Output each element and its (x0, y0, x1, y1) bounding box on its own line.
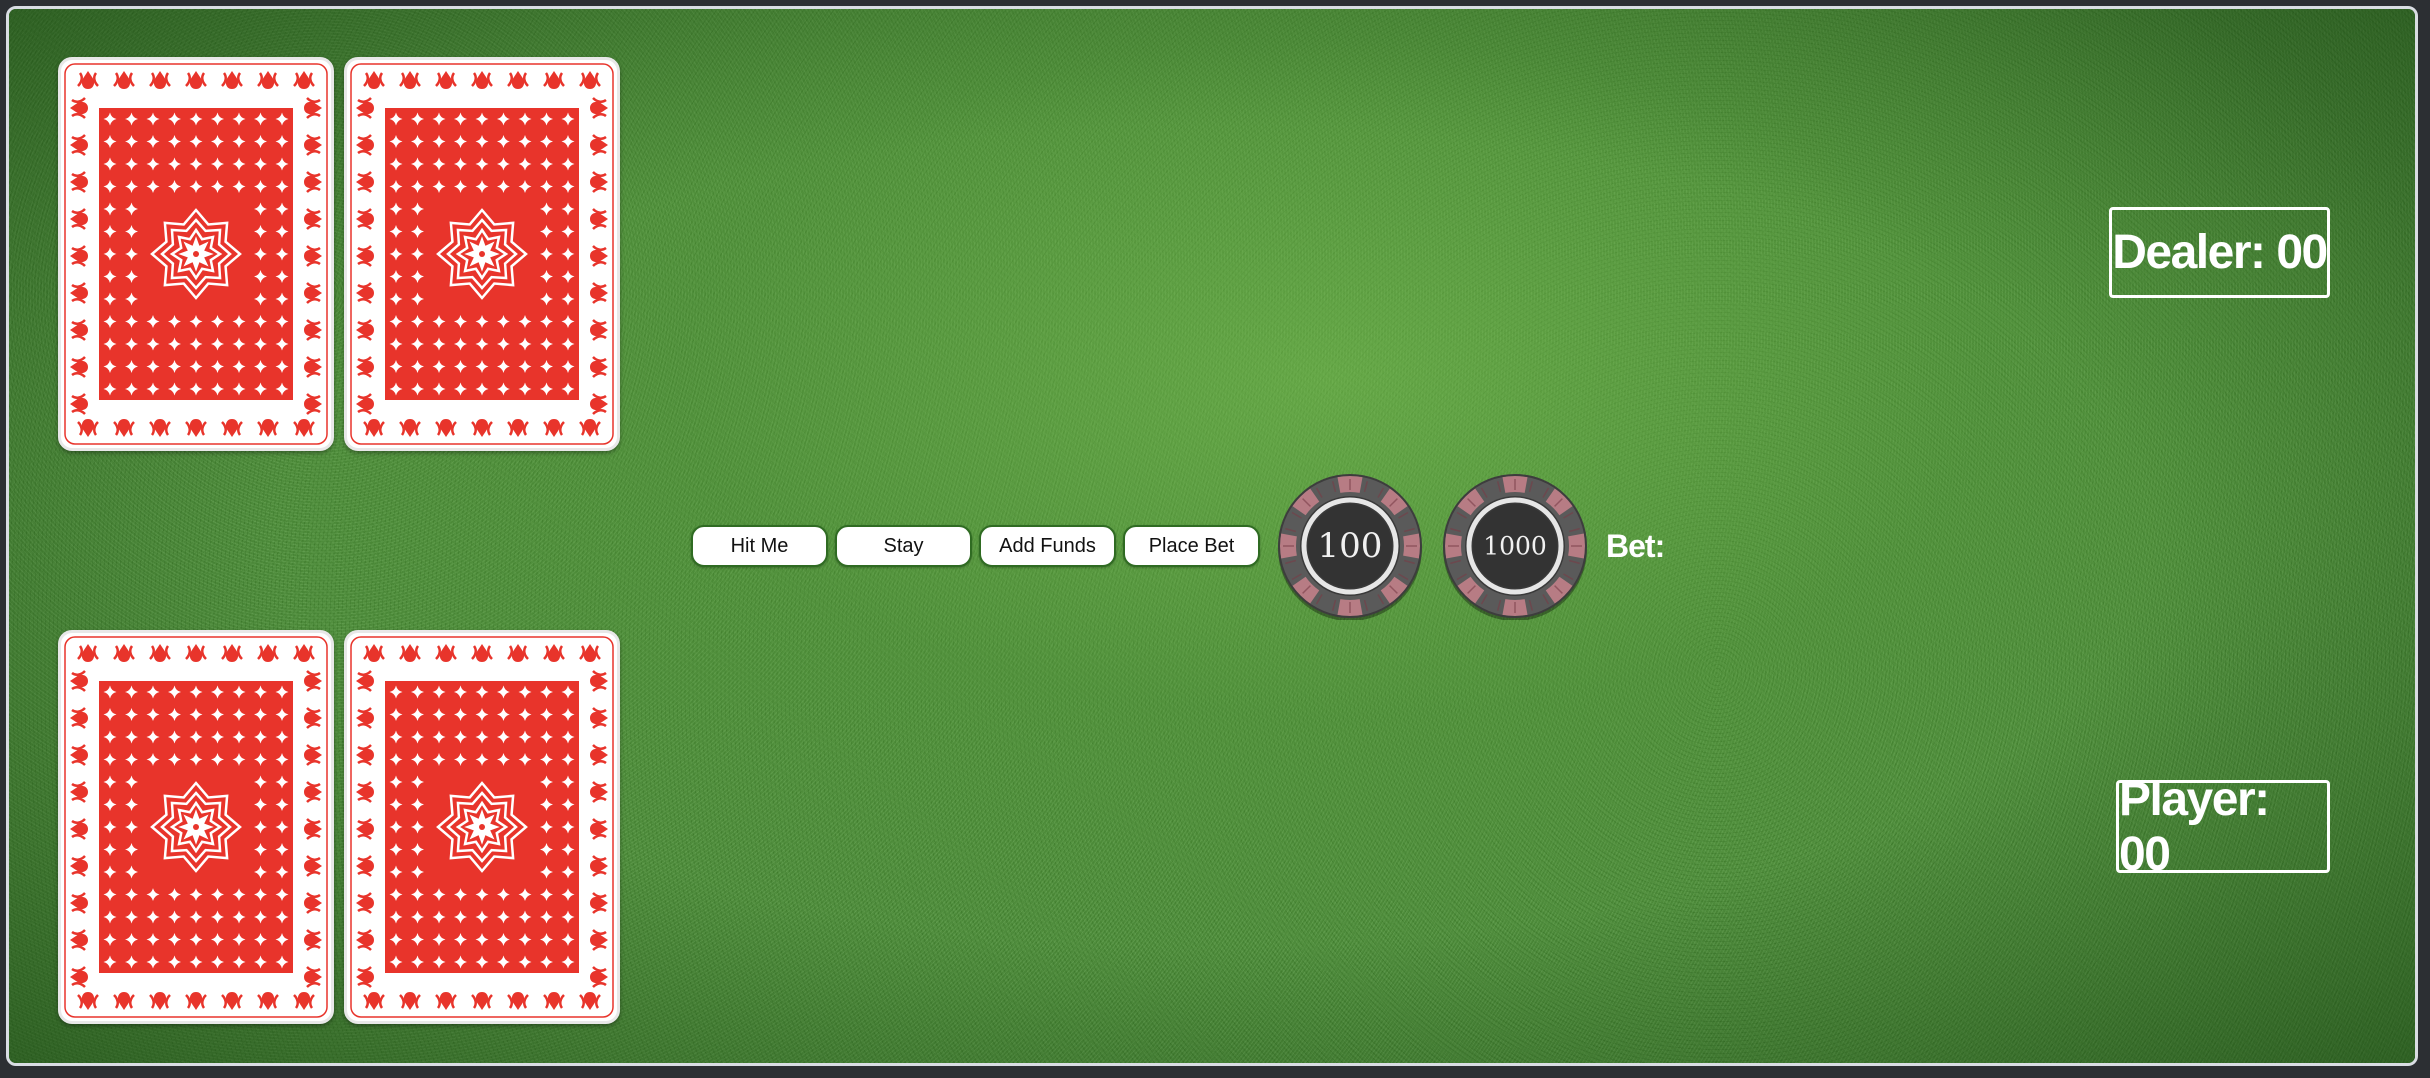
dealer-card-2 (344, 57, 620, 451)
chip-1000[interactable]: 1000 (1441, 472, 1589, 621)
player-card-2 (344, 630, 620, 1024)
add-funds-button[interactable]: Add Funds (979, 525, 1116, 567)
player-score: Player: 00 (2116, 773, 2330, 881)
bet-label: Bet: (1606, 528, 1665, 565)
chip-100[interactable]: 100 (1276, 472, 1424, 621)
stay-button[interactable]: Stay (835, 525, 972, 567)
player-card-1 (58, 630, 334, 1024)
chip-100-label: 100 (1317, 526, 1383, 566)
place-bet-button[interactable]: Place Bet (1123, 525, 1260, 567)
card-back-pattern-icon (64, 63, 328, 445)
card-back-pattern-icon (350, 636, 614, 1018)
chip-1000-label: 1000 (1483, 531, 1547, 561)
game-window: Hit Me Stay Add Funds Place Bet 100 1000… (6, 6, 2418, 1066)
bet-label-text: Bet: (1606, 528, 1665, 564)
card-back-pattern-icon (350, 63, 614, 445)
hit-me-button[interactable]: Hit Me (691, 525, 828, 567)
card-back-pattern-icon (64, 636, 328, 1018)
dealer-card-1 (58, 57, 334, 451)
dealer-score: Dealer: 00 (2109, 207, 2330, 298)
